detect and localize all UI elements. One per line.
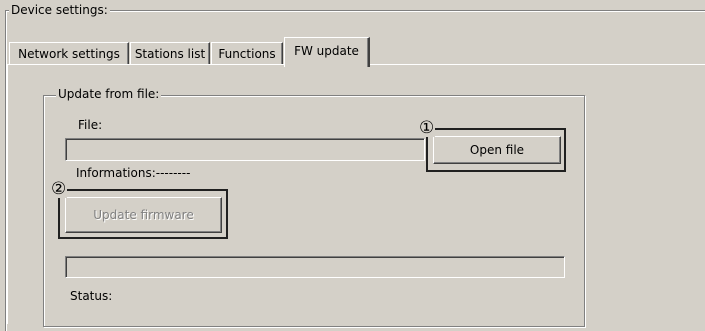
informations-label: Informations:-------- <box>76 166 191 180</box>
update-firmware-callout-marker: ② <box>50 179 68 199</box>
update-from-file-legend: Update from file: <box>56 87 162 101</box>
open-file-button[interactable]: Open file <box>433 136 561 164</box>
open-file-callout-marker: ① <box>418 118 436 138</box>
update-firmware-button[interactable]: Update firmware <box>65 197 222 233</box>
tab-stations-list[interactable]: Stations list <box>130 42 210 64</box>
tab-functions[interactable]: Functions <box>211 42 283 64</box>
device-settings-legend: Device settings: <box>9 3 110 17</box>
file-label: File: <box>78 118 103 132</box>
firmware-progress-bar <box>65 256 565 278</box>
status-label: Status: <box>70 289 113 303</box>
tab-network-settings[interactable]: Network settings <box>9 42 129 64</box>
file-path-field[interactable] <box>65 138 425 161</box>
tab-fw-update[interactable]: FW update <box>284 37 370 67</box>
